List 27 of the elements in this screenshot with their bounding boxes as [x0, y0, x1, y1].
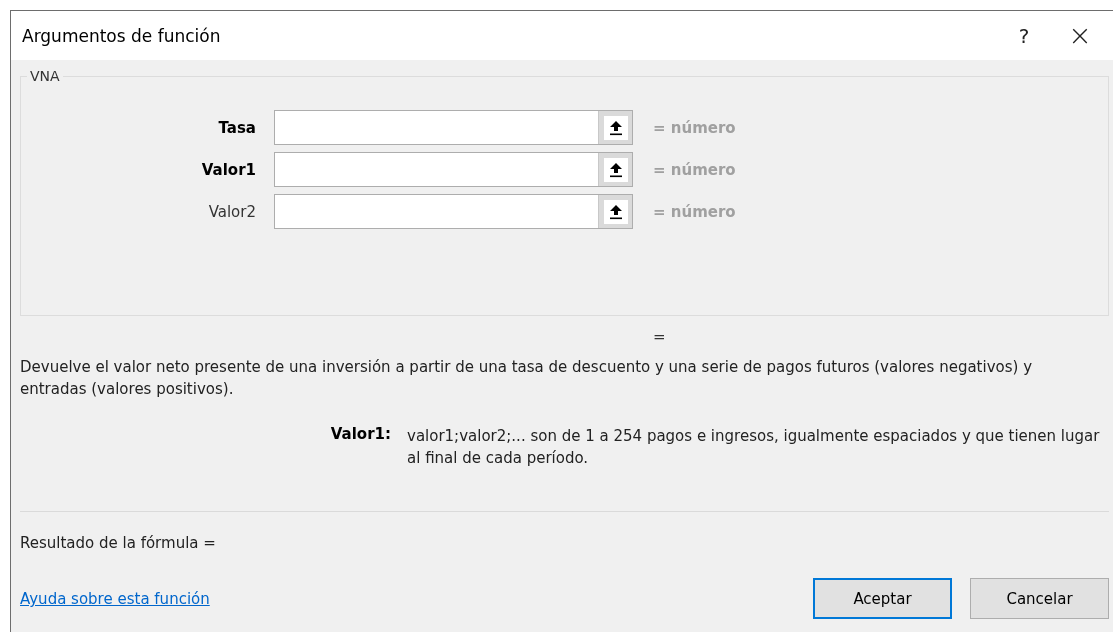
window-title: Argumentos de función [22, 25, 222, 46]
upload-arrow-icon [608, 203, 623, 220]
value-hint: = número [653, 118, 736, 137]
collapse-dialog-button[interactable] [598, 153, 632, 186]
argument-label: Tasa [217, 118, 256, 137]
argument-name: Valor1: [329, 425, 391, 445]
argument-description: valor1;valor2;... son de 1 a 254 pagos e ingresos, igualmente espaciados y que tienen lugar al final de cada período. [407, 426, 1101, 469]
collapse-dialog-button[interactable] [598, 195, 632, 228]
help-button[interactable]: ? [1001, 15, 1047, 56]
input-field[interactable] [274, 110, 633, 145]
formula-result: Resultado de la fórmula = [20, 534, 217, 552]
function-result: = [653, 328, 667, 346]
function-description: Devuelve el valor neto presente de una inversión a partir de una tasa de descuento y una serie de pagos futuros (valores negativos) y entradas (valores positivos). [20, 357, 1034, 400]
cancel-button[interactable]: Cancelar [970, 578, 1109, 619]
argument-label: Valor2 [207, 202, 256, 221]
value-hint: = número [653, 202, 736, 221]
argument-label: Valor1 [200, 160, 256, 179]
upload-arrow-icon [608, 161, 623, 178]
input-field[interactable] [274, 152, 633, 187]
function-name: VNA [27, 68, 63, 84]
upload-arrow-icon [608, 119, 623, 136]
close-button[interactable]: × [1057, 15, 1103, 56]
value-hint: = número [653, 160, 736, 179]
help-link[interactable]: Ayuda sobre esta función [20, 590, 210, 608]
collapse-dialog-button[interactable] [598, 111, 632, 144]
input-field[interactable] [274, 194, 633, 229]
ok-button[interactable]: Aceptar [813, 578, 952, 619]
